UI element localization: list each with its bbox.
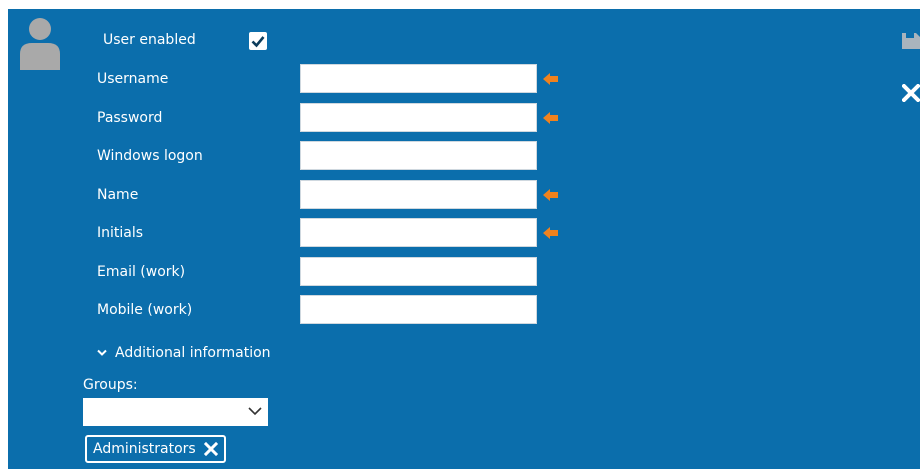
chevron-down-icon <box>248 407 262 416</box>
required-arrow-icon <box>543 227 558 239</box>
user-avatar-icon <box>20 18 60 70</box>
groups-label: Groups: <box>83 377 138 393</box>
group-chip-label: Administrators <box>93 441 196 457</box>
close-icon[interactable] <box>902 84 920 102</box>
windows-logon-label: Windows logon <box>97 148 203 164</box>
user-enabled-checkbox[interactable] <box>249 32 267 50</box>
chevron-down-icon <box>97 349 107 356</box>
name-label: Name <box>97 187 139 203</box>
initials-label: Initials <box>97 225 144 241</box>
required-arrow-icon <box>543 189 558 201</box>
password-label: Password <box>97 110 163 126</box>
username-field[interactable] <box>300 64 537 93</box>
required-arrow-icon <box>543 112 558 124</box>
mobile-work-label: Mobile (work) <box>97 302 193 318</box>
username-label: Username <box>97 71 169 87</box>
name-field[interactable] <box>300 180 537 209</box>
email-work-label: Email (work) <box>97 264 186 280</box>
additional-information-label: Additional information <box>115 345 271 361</box>
groups-select[interactable] <box>83 398 268 426</box>
additional-information-toggle[interactable]: Additional information <box>97 343 271 363</box>
group-chip-administrators: Administrators <box>85 435 226 463</box>
user-form-panel: User enabled Username Password Windows l… <box>8 9 920 469</box>
windows-logon-field[interactable] <box>300 141 537 170</box>
save-icon[interactable] <box>902 33 920 49</box>
checkmark-icon <box>251 36 265 48</box>
remove-group-close-icon[interactable] <box>203 442 218 456</box>
email-work-field[interactable] <box>300 257 537 286</box>
mobile-work-field[interactable] <box>300 295 537 324</box>
password-field[interactable] <box>300 103 537 132</box>
required-arrow-icon <box>543 73 558 85</box>
initials-field[interactable] <box>300 218 537 247</box>
user-enabled-label: User enabled <box>103 32 196 48</box>
